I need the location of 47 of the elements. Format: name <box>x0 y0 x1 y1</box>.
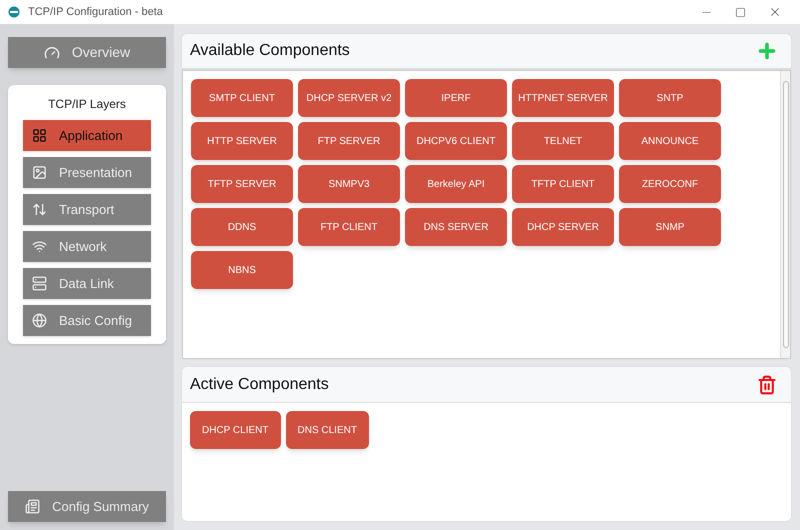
component-button[interactable]: SNMPV3 <box>298 165 400 203</box>
layer-tab[interactable]: Application <box>23 120 151 151</box>
layer-tab[interactable]: Presentation <box>23 157 151 188</box>
panel-title: Available Components <box>190 41 350 61</box>
component-button[interactable]: DNS CLIENT <box>286 411 369 449</box>
wifi-icon <box>32 239 47 254</box>
maximize-icon[interactable] <box>735 6 746 18</box>
scrollbar[interactable] <box>780 71 790 358</box>
component-button[interactable]: DHCP CLIENT <box>190 411 280 449</box>
component-button[interactable]: TFTP CLIENT <box>512 165 614 203</box>
component-button[interactable]: ANNOUNCE <box>619 122 721 160</box>
list-icon <box>25 499 40 514</box>
component-button[interactable]: HTTPNET SERVER <box>512 79 614 117</box>
up-down-arrows-icon <box>32 202 47 217</box>
panel-title: Active Components <box>190 374 329 394</box>
overview-button[interactable]: Overview <box>8 37 166 68</box>
component-button[interactable]: DDNS <box>191 208 293 246</box>
component-button[interactable]: FTP CLIENT <box>298 208 400 246</box>
layer-tab[interactable]: Transport <box>23 194 151 225</box>
server-icon <box>32 276 47 291</box>
window-title: TCP/IP Configuration - beta <box>28 4 163 20</box>
image-icon <box>32 165 47 180</box>
layer-tab[interactable]: Basic Config <box>23 305 151 336</box>
component-button[interactable]: ZEROCONF <box>619 165 721 203</box>
component-button[interactable]: Berkeley API <box>405 165 507 203</box>
app-logo-icon <box>8 6 20 18</box>
config-summary-button[interactable]: Config Summary <box>8 491 166 522</box>
component-button[interactable]: TFTP SERVER <box>191 165 293 203</box>
grid-icon <box>32 128 47 143</box>
component-button[interactable]: SNTP <box>619 79 721 117</box>
component-button[interactable]: SMTP CLIENT <box>191 79 293 117</box>
component-button[interactable]: DHCP SERVER v2 <box>298 79 400 117</box>
component-button[interactable]: DNS SERVER <box>405 208 507 246</box>
layer-tab[interactable]: Data Link <box>23 268 151 299</box>
component-button[interactable]: IPERF <box>405 79 507 117</box>
component-button[interactable]: DHCP SERVER <box>512 208 614 246</box>
layer-tab[interactable]: Network <box>23 231 151 262</box>
globe-icon <box>32 313 47 328</box>
gauge-icon <box>44 44 60 60</box>
layers-title: TCP/IP Layers <box>47 96 127 113</box>
component-button[interactable]: HTTP SERVER <box>191 122 293 160</box>
component-button[interactable]: FTP SERVER <box>298 122 400 160</box>
component-button[interactable]: DHCPV6 CLIENT <box>405 122 507 160</box>
component-button[interactable]: NBNS <box>191 251 293 289</box>
component-button[interactable]: TELNET <box>512 122 614 160</box>
trash-icon[interactable] <box>757 374 777 394</box>
component-button[interactable]: SNMP <box>619 208 721 246</box>
